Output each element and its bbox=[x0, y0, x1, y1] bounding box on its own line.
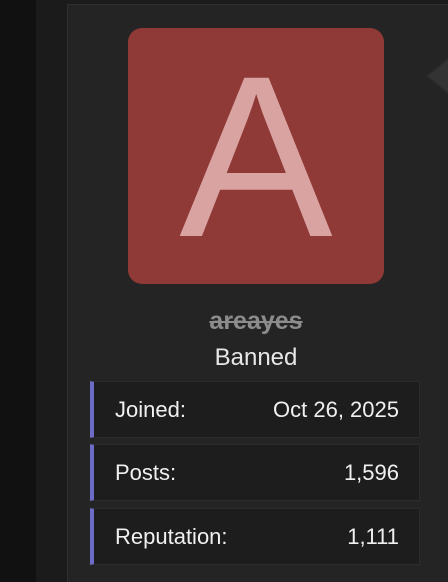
stat-reputation: Reputation: 1,111 bbox=[90, 508, 420, 565]
stat-value: Oct 26, 2025 bbox=[273, 397, 399, 422]
stat-joined: Joined: Oct 26, 2025 bbox=[90, 381, 420, 438]
left-gutter bbox=[0, 0, 36, 582]
stat-posts: Posts: 1,596 bbox=[90, 444, 420, 501]
stat-value[interactable]: 1,596 bbox=[344, 460, 399, 486]
panel-pointer-arrow bbox=[426, 58, 448, 94]
user-title: Banned bbox=[214, 344, 298, 371]
stat-label: Joined: bbox=[115, 397, 186, 422]
page: A areayes Banned Joined: Oct 26, 2025 Po… bbox=[0, 0, 448, 582]
avatar-letter: A bbox=[179, 28, 333, 284]
stat-value[interactable]: 1,111 bbox=[347, 524, 399, 550]
username-link[interactable]: areayes bbox=[128, 307, 384, 336]
stat-label: Reputation: bbox=[115, 524, 228, 549]
stat-label: Posts: bbox=[115, 460, 177, 485]
avatar[interactable]: A bbox=[128, 28, 384, 284]
